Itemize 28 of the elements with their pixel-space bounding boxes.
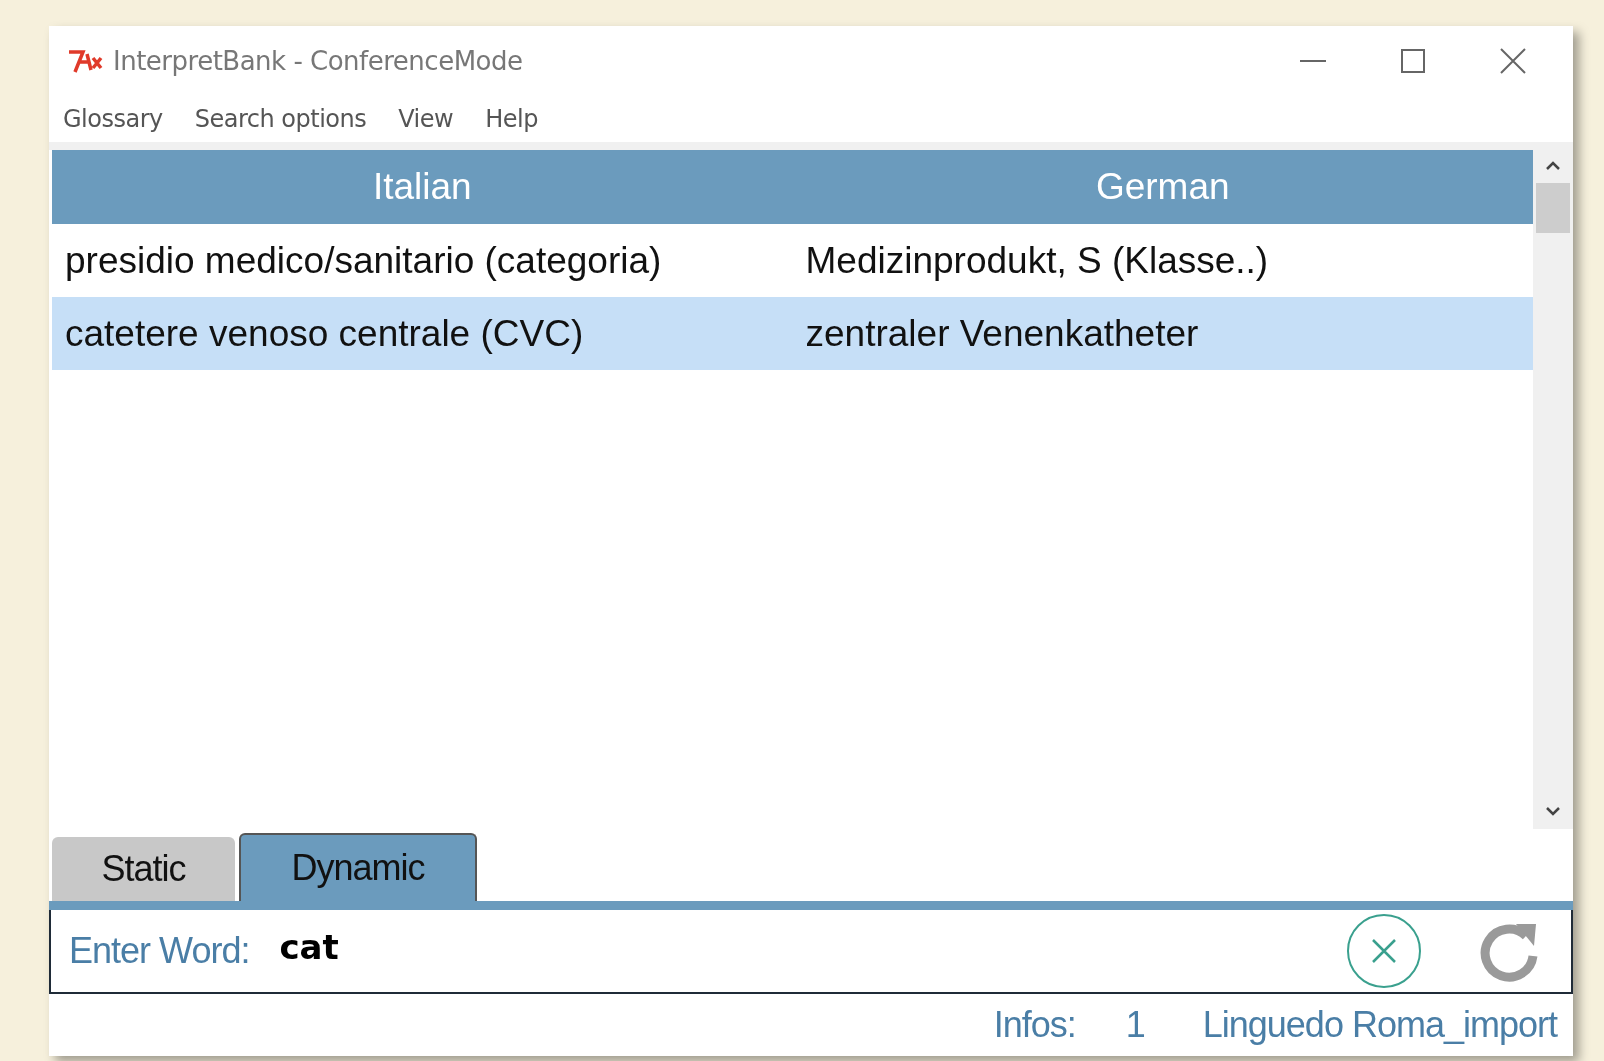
tab[interactable]: Static [52,837,235,901]
close-icon [1500,48,1526,74]
clear-button[interactable] [1347,914,1421,988]
app-logo-icon [67,48,103,74]
glossary-name: Linguedo Roma_import [1202,1003,1557,1047]
menu-item[interactable]: View [398,101,454,137]
scrollbar[interactable] [1533,150,1573,829]
table-cell-text: Medizinprodukt, S (Klasse..) [805,238,1269,283]
close-icon [1371,938,1397,964]
scrollbar-thumb[interactable] [1536,183,1570,233]
search-field[interactable]: Enter Word: cat [49,910,1573,994]
scroll-down-icon[interactable] [1545,807,1561,817]
search-label: Enter Word: [69,929,250,973]
menu-item[interactable]: Search options [194,101,367,137]
scroll-up-icon[interactable] [1545,160,1561,170]
status-count: 1 [1125,1003,1145,1047]
table-cell-text: presidio medico/sanitario (categoria) [65,238,662,283]
window-title: InterpretBank - ConferenceMode [113,44,523,78]
maximize-icon [1401,49,1425,73]
text-input[interactable]: cat [279,921,1347,973]
menu-item[interactable]: Help [485,101,538,137]
minimize-icon [1300,60,1326,62]
table-cell-text: catetere venoso centrale (CVC) [65,311,584,356]
table-row[interactable]: catetere venoso centrale (CVC) zentraler Venenkatheter [52,297,1533,370]
tab[interactable]: Dynamic [239,833,477,901]
status-label: Infos: [993,1003,1076,1047]
table-cell-text: zentraler Venenkatheter [805,311,1199,356]
menu-item[interactable]: Glossary [63,101,163,137]
